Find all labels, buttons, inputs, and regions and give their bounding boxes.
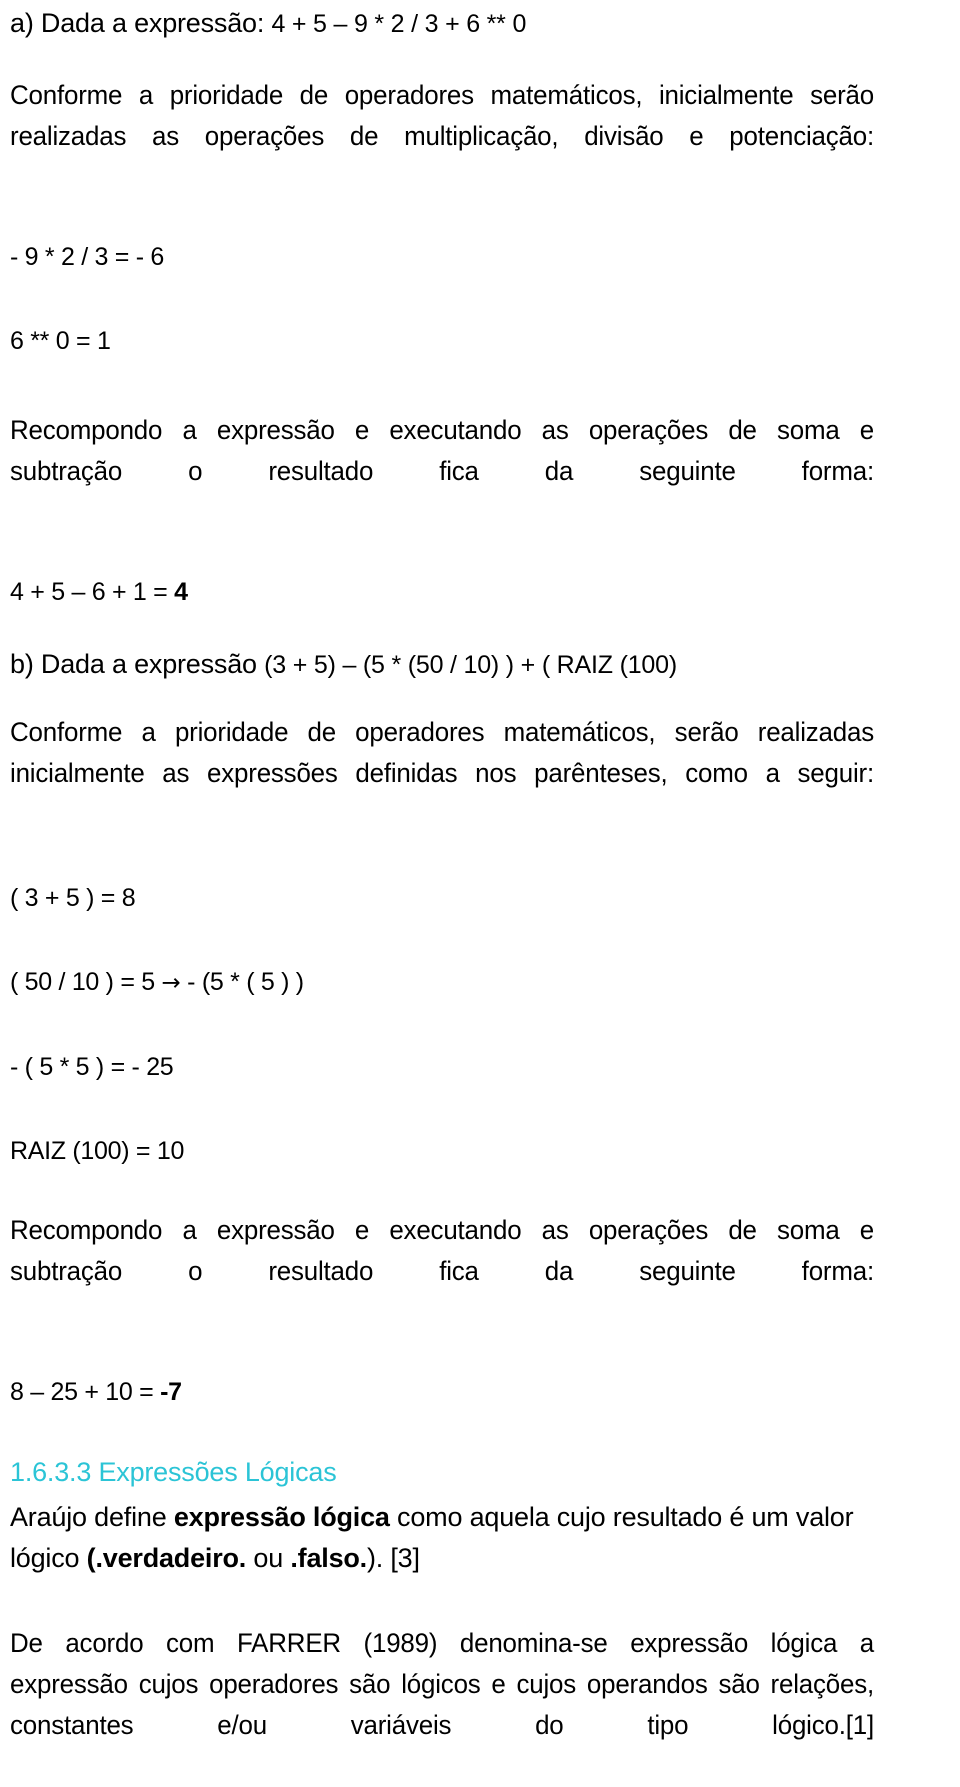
item-b-step-2-right: - (5 * ( 5 ) ) [180, 968, 304, 996]
section-heading: 1.6.3.3 Expressões Lógicas [10, 1457, 337, 1487]
para1-bold-3: .falso. [290, 1543, 367, 1573]
item-a-step-2: 6 ** 0 = 1 [10, 327, 111, 355]
item-b-result-expression: 8 – 25 + 10 = [10, 1378, 161, 1406]
item-a-result-line: 4 + 5 – 6 + 1 = 4 [10, 577, 910, 607]
item-b-expression: (3 + 5) – (5 * (50 / 10) ) + ( RAIZ (100… [264, 651, 677, 679]
item-a-label: a) Dada a expressão: [10, 8, 272, 38]
para1-part-3: ou [246, 1543, 291, 1573]
item-b-priority-paragraph: Conforme a prioridade de operadores mate… [10, 717, 874, 788]
item-b-result-value: -7 [160, 1378, 182, 1406]
item-b-step-3: - ( 5 * 5 ) = - 25 [10, 1053, 174, 1081]
arrow-right-icon: → [161, 970, 181, 996]
item-a-result-value: 4 [174, 578, 188, 606]
document-page: a) Dada a expressão: 4 + 5 – 9 * 2 / 3 +… [0, 0, 960, 1740]
para1-bold-1: expressão lógica [173, 1502, 390, 1532]
item-a-priority-paragraph: Conforme a prioridade de operadores mate… [10, 80, 874, 151]
item-a-step-1: - 9 * 2 / 3 = - 6 [10, 243, 165, 271]
item-b-label: b) Dada a expressão [10, 649, 265, 679]
section-paragraph-1: Araújo define expressão lógica como aque… [10, 1502, 854, 1573]
para1-part-4: ). [3] [366, 1543, 420, 1573]
item-b-step-1: ( 3 + 5 ) = 8 [10, 884, 136, 912]
item-a-expression: 4 + 5 – 9 * 2 / 3 + 6 ** 0 [271, 10, 527, 38]
item-b-step-4: RAIZ (100) = 10 [10, 1137, 185, 1165]
para1-bold-2: (.verdadeiro. [86, 1543, 247, 1573]
item-b-step-2: ( 50 / 10 ) = 5 → - (5 * ( 5 ) ) [10, 967, 910, 998]
item-a-expression-line: a) Dada a expressão: 4 + 5 – 9 * 2 / 3 +… [10, 6, 910, 41]
document-content: a) Dada a expressão: 4 + 5 – 9 * 2 / 3 +… [10, 6, 910, 1787]
item-b-result-line: 8 – 25 + 10 = -7 [10, 1377, 910, 1407]
item-a-result-expression: 4 + 5 – 6 + 1 = [10, 578, 175, 606]
item-b-step-2-left: ( 50 / 10 ) = 5 [10, 968, 162, 996]
section-paragraph-2: De acordo com FARRER (1989) denomina-se … [10, 1628, 874, 1740]
para1-part-1: Araújo define [10, 1502, 174, 1532]
item-a-recompose-paragraph: Recompondo a expressão e executando as o… [10, 415, 874, 486]
item-b-recompose-paragraph: Recompondo a expressão e executando as o… [10, 1215, 874, 1286]
item-b-expression-line: b) Dada a expressão (3 + 5) – (5 * (50 /… [10, 647, 910, 682]
